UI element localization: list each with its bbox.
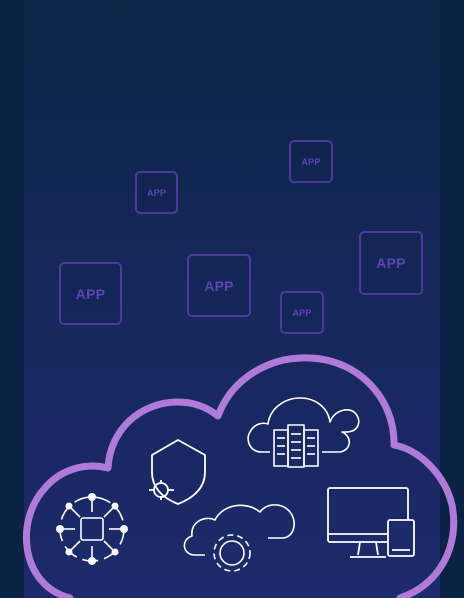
devices-icon — [327, 487, 415, 558]
illustration-canvas: APP APP APP APP APP APP — [0, 0, 464, 598]
cloud-settings-icon — [183, 504, 295, 572]
cloud-servers-icon — [247, 397, 360, 468]
network-hub-icon — [56, 493, 128, 565]
cloud-illustration — [22, 354, 458, 598]
security-shield-icon — [149, 439, 206, 505]
